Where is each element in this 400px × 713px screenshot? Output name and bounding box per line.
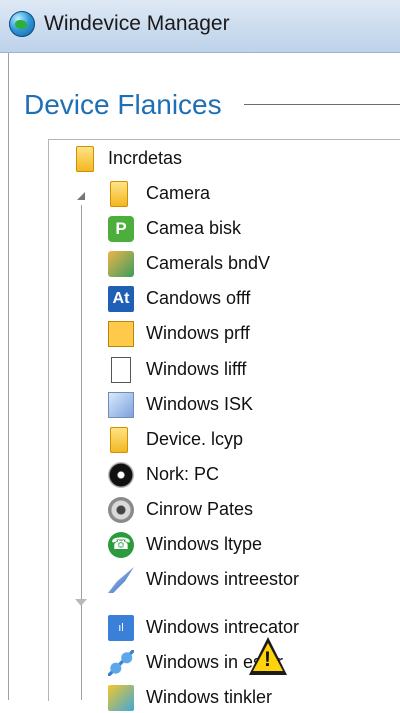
tree-item-label: Camera (146, 183, 211, 203)
ring-icon (108, 497, 134, 523)
tree-item-label: Device. lcyp (146, 429, 244, 449)
folder-icon (110, 427, 128, 453)
tree-item-label: Camerals bndV (146, 253, 271, 273)
folder-icon (110, 181, 128, 207)
title-bar: Windevice Manager (0, 0, 400, 53)
section-title: Device Flanices (24, 89, 222, 120)
window-title: Windevice Manager (44, 12, 230, 35)
network-icon (108, 685, 134, 711)
document-icon (111, 357, 131, 383)
tree-item-label: Windows tinkler (146, 687, 273, 707)
disc-icon (108, 462, 134, 488)
tree-item-label: Camea bisk (146, 218, 242, 238)
blue-chart-icon: ıl (108, 615, 134, 641)
warning-document-icon (108, 321, 134, 347)
pen-icon (108, 392, 134, 418)
tree-item-label: Windows intreestor (146, 569, 300, 589)
phone-icon: ☎ (108, 532, 134, 558)
tree-item-label: Windows lifff (146, 359, 247, 379)
tree-collapse-icon[interactable] (74, 598, 88, 608)
tree-item-label: Windows prff (146, 323, 250, 343)
section-divider (244, 104, 400, 105)
connection-icon (108, 650, 134, 676)
tree-item-label: Windows ltype (146, 534, 263, 554)
globe-icon (9, 11, 35, 37)
tree-item-label: Nork: PC (146, 464, 220, 484)
tree-item-label: Cinrow Pates (146, 499, 254, 519)
tree-root-label: Incrdetas (108, 148, 183, 168)
tree-connector-line (81, 205, 82, 700)
tree-item-label: Candows offf (146, 288, 251, 308)
folder-icon (76, 146, 94, 172)
green-link-icon: P (108, 216, 134, 242)
text-tool-icon: At (108, 286, 134, 312)
tree-expander-icon[interactable] (74, 190, 88, 204)
camera-network-icon (108, 251, 134, 277)
tree-item-label: Windows intrecator (146, 617, 300, 637)
tree-item-label: Windows ISK (146, 394, 254, 414)
